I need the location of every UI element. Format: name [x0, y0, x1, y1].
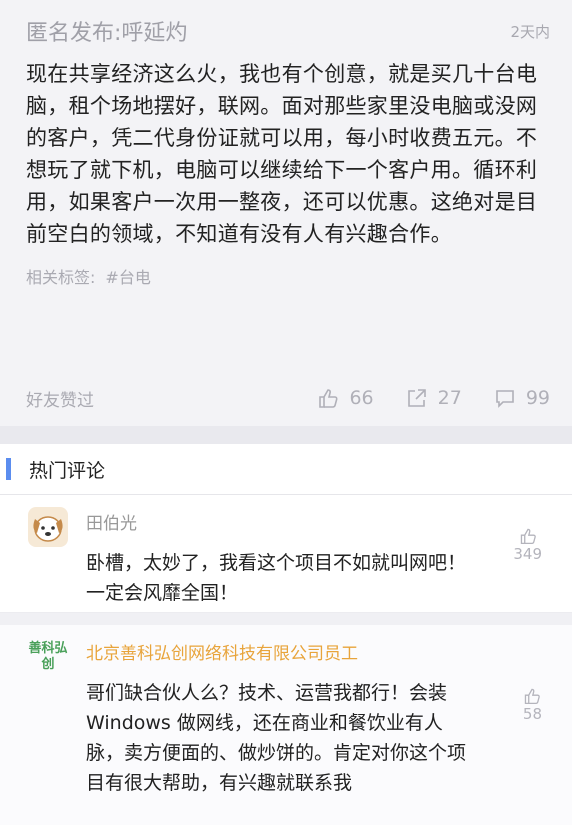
comment-count: 99 [525, 387, 550, 409]
share-count: 27 [437, 387, 462, 409]
comment-like-button[interactable]: 349 [513, 527, 542, 563]
hot-comments-header: 热门评论 [0, 444, 572, 495]
company-logo-avatar[interactable]: 善科弘创 [28, 637, 68, 677]
accent-bar [6, 458, 11, 480]
comment-item: 善科弘创 北京善科弘创网络科技有限公司员工 哥们缺合伙人么？技术、运营我都行！会… [0, 625, 572, 825]
thumbs-up-icon [525, 688, 541, 705]
comment-icon [496, 390, 514, 408]
dog-avatar-icon[interactable] [28, 507, 68, 547]
comment-like-count: 349 [513, 545, 542, 563]
post-tags: 相关标签: #台电 [26, 264, 550, 288]
thumbs-up-icon [319, 389, 338, 408]
tag-link[interactable]: #台电 [105, 268, 150, 287]
post-content: 现在共享经济这么火，我也有个创意，就是买几十台电脑，租个场地摆好，联网。面对那些… [26, 62, 538, 246]
post-header: 匿名发布:呼延灼 2天内 [26, 14, 550, 48]
thumbs-up-icon [520, 528, 536, 545]
comment-like-count: 58 [522, 705, 542, 723]
divider [0, 613, 572, 625]
share-icon [407, 389, 426, 407]
like-button[interactable]: 66 [317, 387, 374, 409]
tags-label: 相关标签: [26, 268, 96, 287]
like-count: 66 [349, 387, 374, 409]
post-author[interactable]: 匿名发布:呼延灼 [26, 15, 187, 47]
commenter-name[interactable]: 田伯光 [86, 509, 552, 534]
comment-button[interactable]: 99 [494, 387, 550, 409]
post-card: 匿名发布:呼延灼 2天内 现在共享经济这么火，我也有个创意，就是买几十台电脑，租… [0, 0, 572, 426]
friends-liked-label: 好友赞过 [26, 390, 94, 411]
share-button[interactable]: 27 [406, 387, 462, 409]
comment-like-button[interactable]: 58 [523, 687, 542, 723]
post-time: 2天内 [510, 22, 550, 41]
comment-text: 卧槽，太妙了，我看这个项目不如就叫网吧！一定会风靡全国！ [86, 552, 467, 604]
post-actions: 好友赞过 66 27 99 [26, 378, 550, 418]
commenter-name[interactable]: 北京善科弘创网络科技有限公司员工 [86, 639, 552, 664]
comment-item: 田伯光 卧槽，太妙了，我看这个项目不如就叫网吧！一定会风靡全国！ 349 [0, 495, 572, 613]
hot-comments-title: 热门评论 [29, 459, 106, 482]
comment-text: 哥们缺合伙人么？技术、运营我都行！会装Windows 做网线，还在商业和餐饮业有… [86, 682, 467, 794]
